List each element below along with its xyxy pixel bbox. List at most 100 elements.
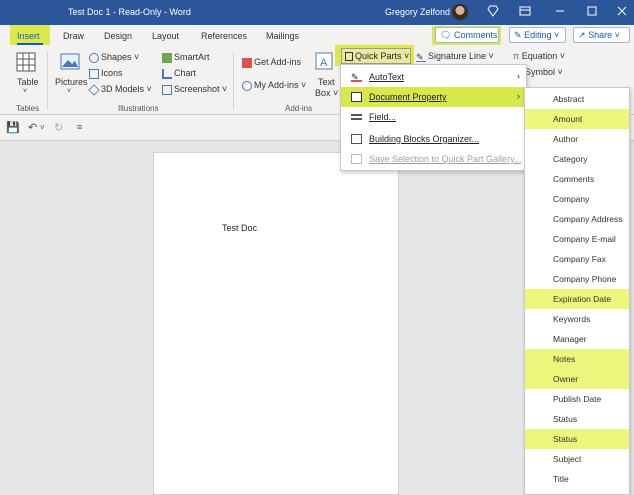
property-expiration-date[interactable]: Expiration Date bbox=[525, 289, 629, 309]
property-comments[interactable]: Comments bbox=[525, 169, 629, 189]
group-tables: Tables bbox=[16, 104, 40, 113]
pi-icon: π bbox=[513, 51, 520, 61]
addin-icon bbox=[242, 80, 252, 91]
document-property-icon bbox=[351, 92, 362, 102]
ribbon-display-icon[interactable] bbox=[518, 5, 532, 19]
separator bbox=[47, 52, 48, 110]
share-icon: ↗ bbox=[578, 30, 586, 40]
signature-line-label: Signature Line bbox=[428, 51, 487, 61]
my-addins-button[interactable]: My Add-ins ˅ bbox=[242, 80, 306, 91]
icons-icon bbox=[89, 68, 99, 79]
window-title: Test Doc 1 - Read-Only - Word bbox=[68, 7, 191, 17]
symbol-button[interactable]: Symbol ˅ bbox=[525, 67, 563, 77]
property-category[interactable]: Category bbox=[525, 149, 629, 169]
equation-button[interactable]: π Equation ˅ bbox=[513, 51, 565, 61]
table-icon bbox=[16, 52, 36, 74]
chart-button[interactable]: Chart bbox=[162, 68, 196, 79]
textbox-button[interactable]: Box ˅ bbox=[315, 88, 338, 98]
menu-item-autotext[interactable]: ✎ AutoText › bbox=[341, 67, 526, 87]
property-author[interactable]: Author bbox=[525, 129, 629, 149]
customize-toolbar-icon[interactable]: ≡ bbox=[77, 122, 82, 132]
title-bar: Test Doc 1 - Read-Only - Word Gregory Ze… bbox=[0, 0, 634, 25]
screenshot-icon bbox=[162, 84, 172, 95]
property-notes[interactable]: Notes bbox=[525, 349, 629, 369]
document-property-menu: Abstract Amount Author Category Comments… bbox=[524, 87, 630, 495]
quick-parts-button[interactable]: Quick Parts ˅ bbox=[341, 48, 411, 64]
active-tab-indicator bbox=[17, 43, 43, 45]
undo-icon[interactable]: ↶ bbox=[28, 121, 37, 134]
minimize-icon[interactable] bbox=[553, 5, 567, 19]
property-manager[interactable]: Manager bbox=[525, 329, 629, 349]
tab-mailings[interactable]: Mailings bbox=[266, 31, 299, 41]
close-icon[interactable] bbox=[615, 5, 629, 19]
property-title[interactable]: Title bbox=[525, 469, 629, 489]
property-publish-date[interactable]: Publish Date bbox=[525, 389, 629, 409]
comments-button[interactable]: 🗨 Comments bbox=[435, 27, 499, 43]
shapes-button[interactable]: Shapes ˅ bbox=[89, 52, 139, 63]
document-text[interactable]: Test Doc bbox=[222, 223, 257, 233]
signature-line-button[interactable]: ✎ Signature Line ˅ bbox=[416, 51, 494, 62]
chevron-down-icon: ˅ bbox=[614, 30, 620, 40]
menu-item-document-property[interactable]: Document Property › bbox=[341, 87, 526, 107]
shapes-label: Shapes bbox=[101, 52, 132, 62]
property-amount[interactable]: Amount bbox=[525, 109, 629, 129]
diamond-icon[interactable] bbox=[486, 5, 500, 19]
property-company[interactable]: Company bbox=[525, 189, 629, 209]
redo-icon[interactable]: ↻ bbox=[54, 121, 63, 134]
property-subject[interactable]: Subject bbox=[525, 449, 629, 469]
user-name[interactable]: Gregory Zelfond bbox=[385, 7, 450, 17]
editing-button[interactable]: ✎ Editing ˅ bbox=[509, 27, 566, 43]
shapes-icon bbox=[89, 52, 99, 63]
tab-insert[interactable]: Insert bbox=[17, 31, 40, 41]
textbox-icon: A bbox=[315, 52, 333, 72]
share-label: Share bbox=[588, 30, 613, 40]
pictures-button[interactable]: Pictures bbox=[55, 77, 88, 87]
menu-item-field[interactable]: Field... bbox=[341, 107, 526, 127]
property-company-email[interactable]: Company E-mail bbox=[525, 229, 629, 249]
save-selection-icon bbox=[351, 154, 362, 164]
property-status[interactable]: Status bbox=[525, 429, 629, 449]
icons-label: Icons bbox=[101, 68, 123, 78]
maximize-icon[interactable] bbox=[585, 5, 599, 19]
3d-models-label: 3D Models bbox=[101, 84, 145, 94]
tab-design[interactable]: Design bbox=[104, 31, 132, 41]
property-owner[interactable]: Owner bbox=[525, 369, 629, 389]
building-blocks-label: Building Blocks Organizer... bbox=[369, 134, 480, 144]
tab-references[interactable]: References bbox=[201, 31, 247, 41]
menu-item-building-blocks-organizer[interactable]: Building Blocks Organizer... bbox=[341, 129, 526, 149]
property-company-fax[interactable]: Company Fax bbox=[525, 249, 629, 269]
separator bbox=[233, 52, 234, 110]
3d-models-button[interactable]: 3D Models ˅ bbox=[88, 83, 152, 96]
equation-label: Equation bbox=[521, 51, 558, 61]
property-abstract[interactable]: Abstract bbox=[525, 89, 629, 109]
property-company-phone[interactable]: Company Phone bbox=[525, 269, 629, 289]
avatar[interactable] bbox=[452, 4, 468, 20]
tab-layout[interactable]: Layout bbox=[152, 31, 179, 41]
chevron-down-icon[interactable]: ˅ bbox=[40, 123, 45, 132]
property-keywords[interactable]: Keywords bbox=[525, 309, 629, 329]
get-addins-button[interactable]: Get Add-ins bbox=[242, 57, 301, 68]
cube-icon bbox=[88, 83, 100, 96]
quick-parts-label: Quick Parts bbox=[355, 51, 402, 61]
field-label: Field... bbox=[369, 112, 397, 122]
smartart-button[interactable]: SmartArt bbox=[162, 52, 210, 63]
share-button[interactable]: ↗ Share ˅ bbox=[573, 27, 630, 43]
autotext-icon: ✎ bbox=[351, 72, 362, 82]
tab-draw[interactable]: Draw bbox=[63, 31, 84, 41]
property-company-address[interactable]: Company Address bbox=[525, 209, 629, 229]
table-button[interactable]: Table bbox=[17, 77, 39, 87]
quick-parts-icon bbox=[345, 52, 353, 62]
property-status[interactable]: Status bbox=[525, 409, 629, 429]
building-blocks-icon bbox=[351, 134, 362, 144]
editing-label: Editing bbox=[524, 30, 552, 40]
chart-icon bbox=[162, 68, 172, 79]
save-icon[interactable]: 💾 bbox=[6, 121, 20, 134]
save-selection-label: Save Selection to Quick Part Gallery... bbox=[369, 154, 522, 164]
document-page[interactable] bbox=[153, 152, 399, 495]
icons-button[interactable]: Icons bbox=[89, 68, 123, 79]
addin-store-icon bbox=[242, 57, 252, 68]
comments-label: Comments bbox=[453, 30, 498, 40]
chevron-right-icon: › bbox=[517, 91, 520, 101]
chevron-down-icon: ˅ bbox=[554, 30, 560, 40]
screenshot-button[interactable]: Screenshot ˅ bbox=[162, 84, 227, 95]
